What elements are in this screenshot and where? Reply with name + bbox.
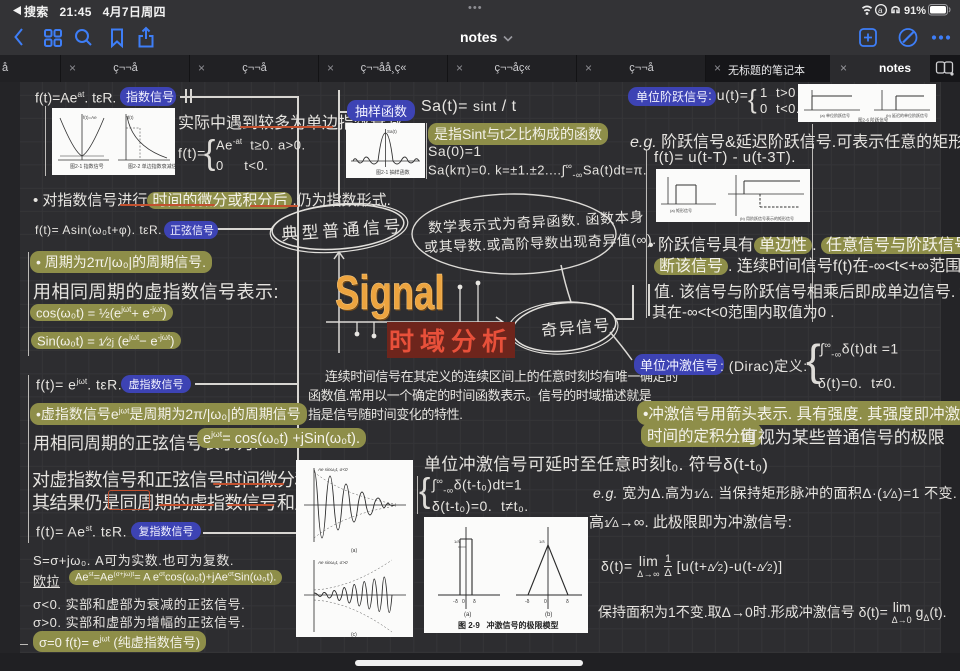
svg-text:0: 0 [544, 599, 547, 605]
svg-text:图2-2 单边指数衰减信号: 图2-2 单边指数衰减信号 [128, 163, 175, 170]
svg-text:(b) 延迟的单位阶跃信号: (b) 延迟的单位阶跃信号 [886, 112, 928, 118]
svg-text:91%: 91% [904, 5, 926, 17]
svg-text:(c): (c) [351, 632, 357, 637]
svg-text:(a): (a) [464, 612, 471, 618]
svg-text:- δ: - δ [453, 599, 458, 605]
svg-text:图2-6 阶跃信号: 图2-6 阶跃信号 [858, 117, 889, 123]
svg-text:f(t)=Ae: f(t)=Ae [83, 115, 97, 120]
svg-text:δ: δ [473, 599, 476, 605]
svg-text:(a) 矩形信号: (a) 矩形信号 [670, 207, 692, 213]
svg-text:(b) 用阶跃信号表示的矩形信号: (b) 用阶跃信号表示的矩形信号 [740, 215, 794, 221]
svg-text:1/δ: 1/δ [454, 539, 460, 544]
svg-text:(a): (a) [351, 548, 357, 554]
svg-text:Ae sinω₀t, σ<0: Ae sinω₀t, σ<0 [317, 467, 348, 472]
svg-text:Sa(t): Sa(t) [387, 129, 397, 134]
svg-text:(a) 单位阶跃信号: (a) 单位阶跃信号 [820, 112, 850, 118]
svg-text:a: a [878, 6, 883, 15]
svg-text:Ae sinω₀t, σ>0: Ae sinω₀t, σ>0 [317, 560, 348, 565]
svg-text:图2-1 抽样函数: 图2-1 抽样函数 [376, 169, 410, 176]
svg-text:1/δ: 1/δ [539, 539, 545, 544]
svg-text:图2-1 指数信号: 图2-1 指数信号 [70, 163, 104, 170]
svg-text:f(t): f(t) [128, 115, 134, 120]
svg-text:-δ: -δ [525, 599, 530, 605]
svg-text:图 2-9 冲激信号的极限模型: 图 2-9 冲激信号的极限模型 [458, 620, 558, 630]
svg-text:(b): (b) [545, 612, 552, 618]
svg-text:0: 0 [462, 599, 465, 605]
svg-text:δ: δ [566, 599, 569, 605]
